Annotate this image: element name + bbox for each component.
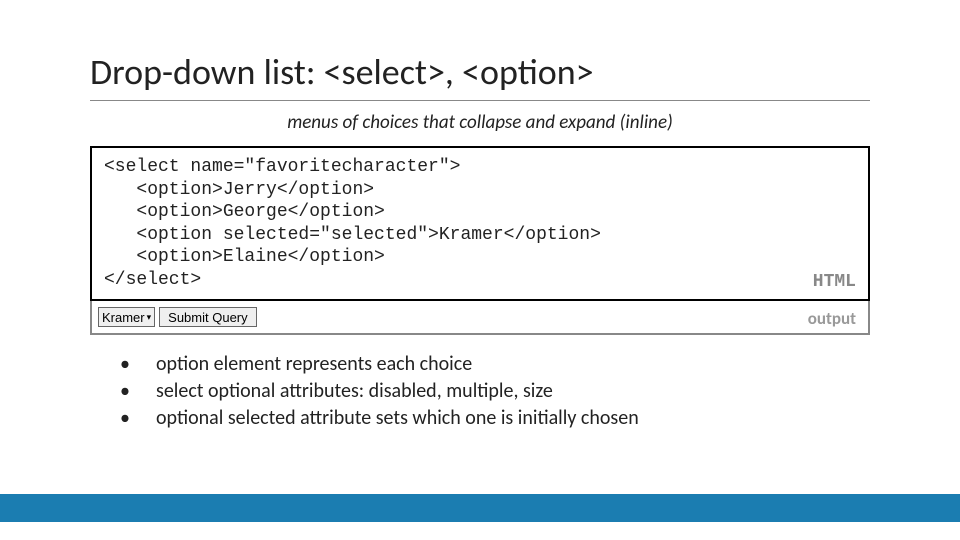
code-line: <select name="favoritecharacter"> — [104, 157, 460, 177]
bullet-list: • option element represents each choice … — [90, 351, 870, 432]
code-line: <option>Jerry</option> — [104, 180, 374, 200]
code-line: <option>Elaine</option> — [104, 247, 385, 267]
code-label: HTML — [813, 271, 856, 294]
code-block: <select name="favoritecharacter"> <optio… — [90, 146, 870, 301]
code-line: </select> — [104, 270, 201, 290]
page-title: Drop-down list: <select>, <option> — [90, 50, 870, 101]
list-item: • optional selected attribute sets which… — [120, 405, 870, 432]
submit-button[interactable]: Submit Query — [159, 307, 256, 327]
select-value: Kramer — [102, 310, 145, 325]
chevron-down-icon: ▾ — [147, 313, 152, 322]
bullet-icon: • — [120, 351, 128, 378]
list-item: • select optional attributes: disabled, … — [120, 378, 870, 405]
bullet-text: option element represents each choice — [156, 351, 472, 378]
output-block: Kramer ▾ Submit Query output — [90, 301, 870, 335]
bullet-icon: • — [120, 405, 128, 432]
subtitle: menus of choices that collapse and expan… — [90, 111, 870, 134]
bullet-icon: • — [120, 378, 128, 405]
footer-accent-bar — [0, 494, 960, 522]
bullet-text: optional selected attribute sets which o… — [156, 405, 639, 432]
output-label: output — [808, 308, 856, 329]
bullet-text: select optional attributes: disabled, mu… — [156, 378, 553, 405]
code-line: <option selected="selected">Kramer</opti… — [104, 225, 601, 245]
list-item: • option element represents each choice — [120, 351, 870, 378]
slide: Drop-down list: <select>, <option> menus… — [0, 0, 960, 540]
character-select[interactable]: Kramer ▾ — [98, 307, 155, 327]
code-line: <option>George</option> — [104, 202, 385, 222]
